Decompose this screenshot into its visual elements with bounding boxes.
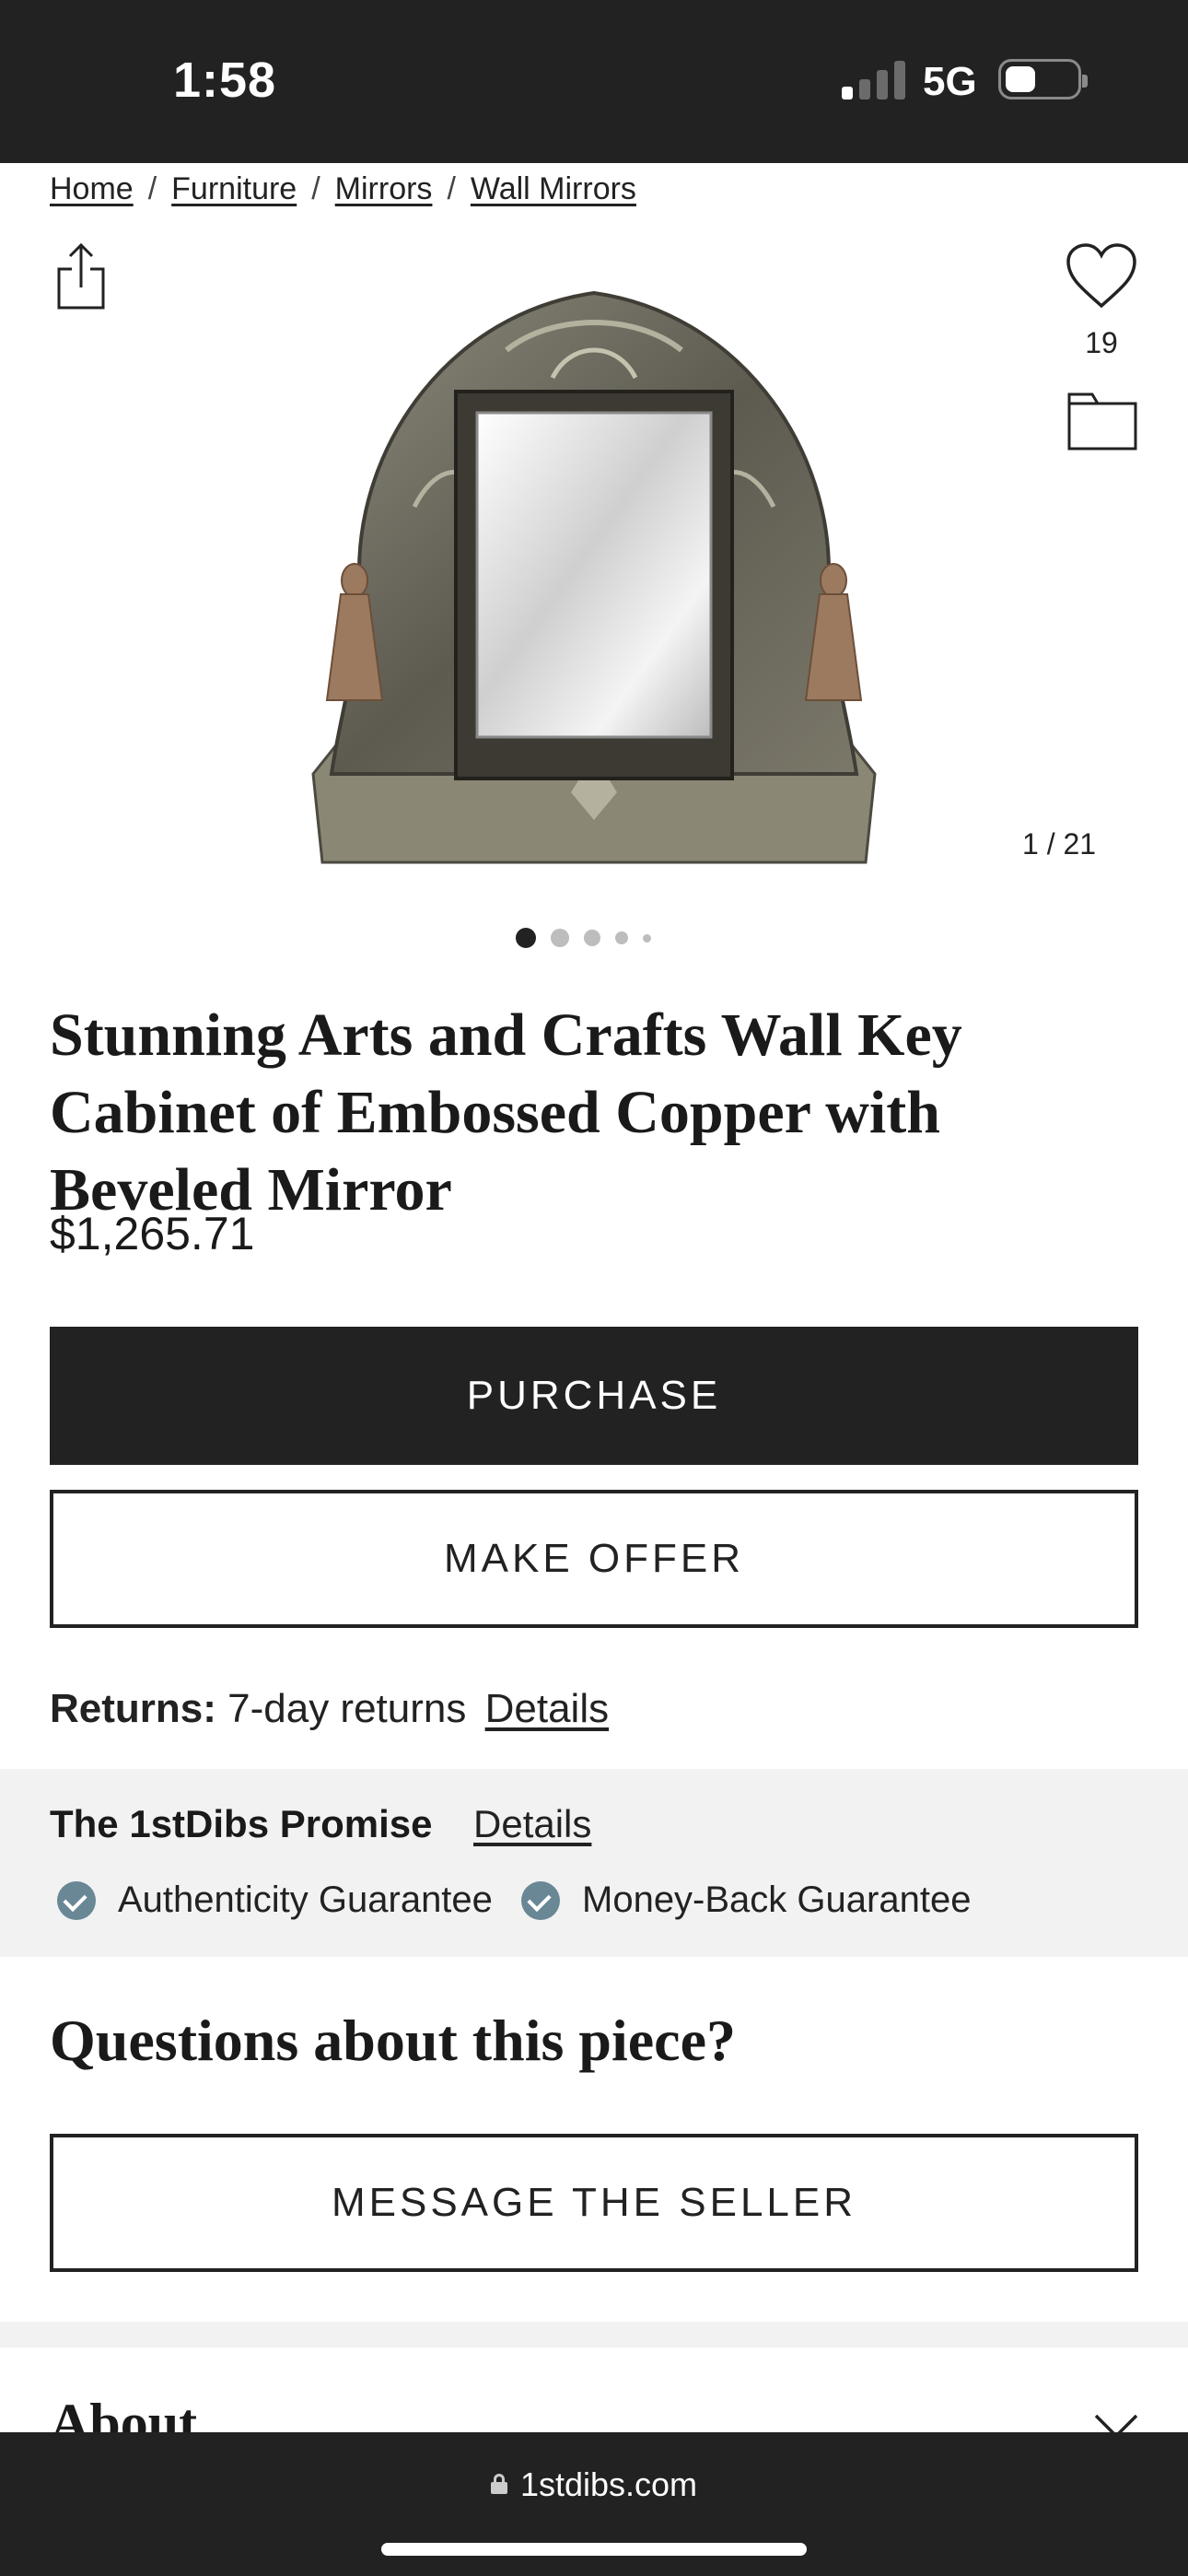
folder-icon[interactable] bbox=[1066, 391, 1138, 451]
carousel-dots[interactable] bbox=[516, 927, 651, 949]
questions-heading: Questions about this piece? bbox=[50, 2008, 736, 2073]
url-text: 1stdibs.com bbox=[519, 2465, 698, 2503]
authenticity-guarantee: Authenticity Guarantee bbox=[57, 1879, 493, 1921]
image-counter: 1 / 21 bbox=[1022, 827, 1097, 861]
breadcrumb-separator: / bbox=[447, 171, 456, 206]
returns-label: Returns: bbox=[50, 1686, 216, 1731]
returns-details-link[interactable]: Details bbox=[485, 1686, 610, 1731]
carousel-dot[interactable] bbox=[551, 929, 569, 947]
purchase-button[interactable]: PURCHASE bbox=[50, 1327, 1138, 1465]
breadcrumb: Home / Furniture / Mirrors / Wall Mirrors bbox=[50, 171, 636, 207]
status-time: 1:58 bbox=[173, 53, 277, 108]
product-image[interactable] bbox=[276, 276, 912, 866]
returns-info: Returns: 7-day returns Details bbox=[50, 1686, 609, 1732]
returns-value: 7-day returns bbox=[227, 1686, 467, 1731]
carousel-dot[interactable] bbox=[643, 933, 651, 943]
product-price: $1,265.71 bbox=[50, 1208, 255, 1259]
browser-bar: 1stdibs.com bbox=[0, 2432, 1188, 2576]
lock-icon bbox=[490, 2474, 507, 2495]
home-indicator[interactable] bbox=[381, 2543, 807, 2556]
section-divider bbox=[0, 2322, 1188, 2348]
carousel-dot[interactable] bbox=[584, 930, 600, 946]
check-icon bbox=[521, 1880, 560, 1920]
promise-section: The 1stDibs Promise Details Authenticity… bbox=[0, 1769, 1188, 1957]
breadcrumb-separator: / bbox=[311, 171, 320, 206]
share-icon[interactable] bbox=[53, 241, 109, 311]
breadcrumb-home[interactable]: Home bbox=[50, 171, 134, 206]
carousel-dot[interactable] bbox=[615, 931, 628, 944]
carousel-dot[interactable] bbox=[516, 928, 536, 948]
promise-details-link[interactable]: Details bbox=[473, 1802, 591, 1846]
network-label: 5G bbox=[923, 59, 977, 104]
message-seller-button[interactable]: MESSAGE THE SELLER bbox=[50, 2134, 1138, 2272]
breadcrumb-separator: / bbox=[147, 171, 157, 206]
battery-icon bbox=[998, 59, 1088, 100]
make-offer-button[interactable]: MAKE OFFER bbox=[50, 1490, 1138, 1628]
guarantee-label: Money-Back Guarantee bbox=[582, 1879, 972, 1920]
breadcrumb-furniture[interactable]: Furniture bbox=[171, 171, 297, 206]
favorite-count: 19 bbox=[1085, 326, 1118, 359]
heart-icon[interactable] bbox=[1065, 241, 1138, 311]
money-back-guarantee: Money-Back Guarantee bbox=[521, 1879, 971, 1921]
status-bar: 1:58 5G bbox=[0, 0, 1188, 163]
breadcrumb-wall-mirrors[interactable]: Wall Mirrors bbox=[471, 171, 636, 206]
url-bar[interactable]: 1stdibs.com bbox=[0, 2465, 1188, 2504]
promise-title: The 1stDibs Promise bbox=[50, 1802, 433, 1845]
breadcrumb-mirrors[interactable]: Mirrors bbox=[335, 171, 433, 206]
product-title: Stunning Arts and Crafts Wall Key Cabine… bbox=[50, 1001, 962, 1224]
guarantee-label: Authenticity Guarantee bbox=[118, 1879, 493, 1920]
signal-icon bbox=[842, 61, 906, 100]
check-icon bbox=[57, 1880, 96, 1920]
